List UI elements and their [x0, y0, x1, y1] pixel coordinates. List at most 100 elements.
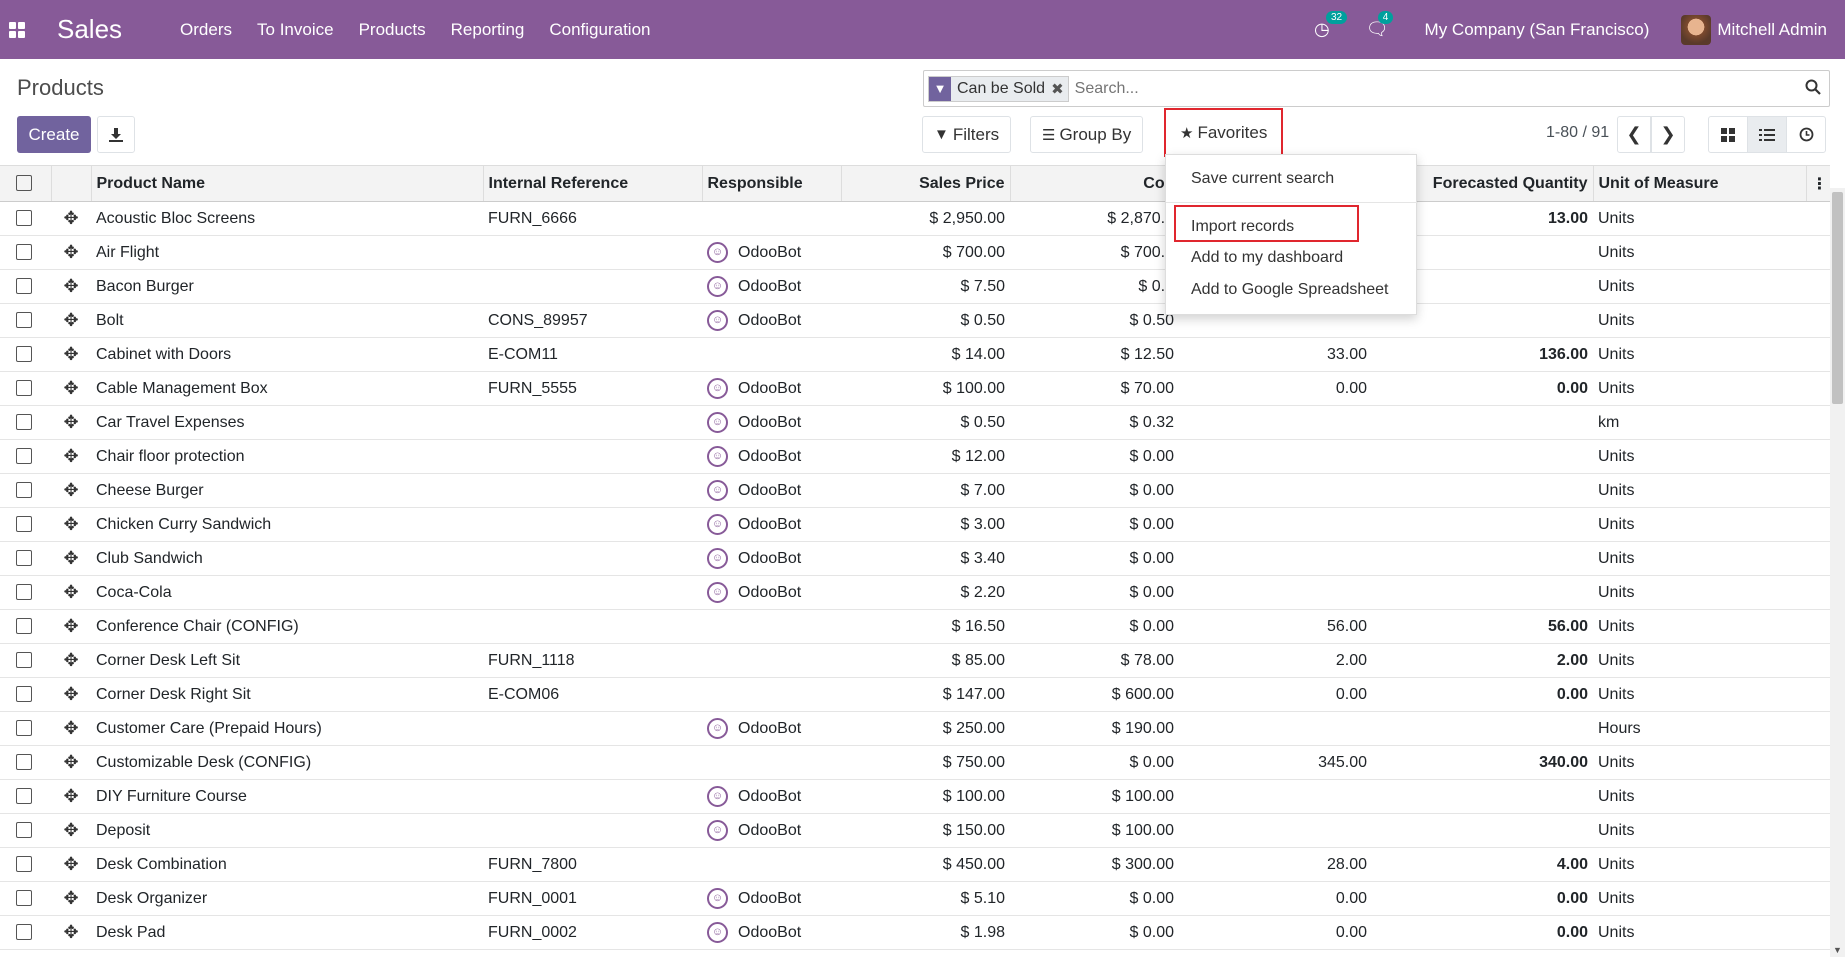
internal-reference-cell[interactable]	[483, 609, 702, 644]
product-name-cell[interactable]: Desk Pad	[91, 915, 483, 950]
quantity-on-hand-cell[interactable]: 345.00	[1179, 745, 1372, 780]
row-checkbox[interactable]	[16, 788, 32, 805]
row-select-cell[interactable]	[0, 813, 51, 848]
row-checkbox[interactable]	[16, 618, 32, 635]
table-row[interactable]: ✥ Bolt CONS_89957 ☺ OdooBot $ 0.50 $ 0.50 Units	[0, 303, 1830, 338]
menu-to-invoice[interactable]: To Invoice	[257, 20, 334, 40]
row-checkbox[interactable]	[16, 754, 32, 771]
drag-handle-icon[interactable]: ✥	[51, 337, 91, 372]
unit-of-measure-cell[interactable]: Units	[1593, 813, 1806, 848]
row-select-cell[interactable]	[0, 643, 51, 678]
unit-of-measure-cell[interactable]: Units	[1593, 915, 1806, 950]
menu-reporting[interactable]: Reporting	[451, 20, 525, 40]
quantity-on-hand-cell[interactable]: 0.00	[1179, 677, 1372, 712]
cost-cell[interactable]: $ 100.00	[1010, 779, 1179, 814]
table-row[interactable]: ✥ Desk Pad FURN_0002 ☺ OdooBot $ 1.98 $ 0.00 0.…	[0, 915, 1830, 950]
forecasted-quantity-cell[interactable]	[1372, 711, 1593, 746]
select-all-cell[interactable]	[0, 165, 52, 202]
sales-price-cell[interactable]: $ 0.50	[841, 405, 1010, 440]
cost-cell[interactable]: $ 78.00	[1010, 643, 1179, 678]
quantity-on-hand-cell[interactable]: 33.00	[1179, 337, 1372, 372]
row-select-cell[interactable]	[0, 269, 51, 304]
product-name-cell[interactable]: Coca-Cola	[91, 575, 483, 610]
quantity-on-hand-cell[interactable]	[1179, 575, 1372, 610]
remove-facet-icon[interactable]: ✖	[1051, 77, 1068, 101]
page-title[interactable]: Products	[17, 75, 104, 101]
forecasted-quantity-cell[interactable]: 136.00	[1372, 337, 1593, 372]
forecasted-quantity-cell[interactable]	[1372, 541, 1593, 576]
filters-button[interactable]: ▼ Filters	[922, 116, 1012, 153]
export-button[interactable]	[97, 116, 135, 153]
kanban-view-button[interactable]	[1708, 116, 1748, 153]
cost-cell[interactable]: $ 70.00	[1010, 371, 1179, 406]
product-name-cell[interactable]: Cable Management Box	[91, 371, 483, 406]
product-name-cell[interactable]: Acoustic Bloc Screens	[91, 201, 483, 236]
row-select-cell[interactable]	[0, 779, 51, 814]
internal-reference-cell[interactable]	[483, 711, 702, 746]
unit-of-measure-cell[interactable]: Units	[1593, 541, 1806, 576]
pager-next-button[interactable]: ❯	[1651, 116, 1685, 153]
sales-price-cell[interactable]: $ 2.20	[841, 575, 1010, 610]
forecasted-quantity-cell[interactable]	[1372, 813, 1593, 848]
table-row[interactable]: ✥ Car Travel Expenses ☺ OdooBot $ 0.50 $ 0.32…	[0, 405, 1830, 440]
import-records-item[interactable]: Import records	[1191, 218, 1294, 236]
cost-cell[interactable]: $ 0.00	[1010, 881, 1179, 916]
drag-handle-icon[interactable]: ✥	[51, 269, 91, 304]
sales-price-cell[interactable]: $ 147.00	[841, 677, 1010, 712]
forecasted-quantity-cell[interactable]: 340.00	[1372, 745, 1593, 780]
quantity-on-hand-cell[interactable]: 0.00	[1179, 371, 1372, 406]
forecasted-quantity-cell[interactable]	[1372, 575, 1593, 610]
drag-handle-icon[interactable]: ✥	[51, 609, 91, 644]
cost-cell[interactable]: $ 0.32	[1010, 405, 1179, 440]
drag-handle-icon[interactable]: ✥	[51, 473, 91, 508]
internal-reference-cell[interactable]: E-COM06	[483, 677, 702, 712]
quantity-on-hand-cell[interactable]	[1179, 473, 1372, 508]
internal-reference-cell[interactable]: FURN_7800	[483, 847, 702, 882]
cost-cell[interactable]: $ 0.00	[1010, 439, 1179, 474]
product-name-cell[interactable]: Corner Desk Right Sit	[91, 677, 483, 712]
quantity-on-hand-cell[interactable]: 2.00	[1179, 643, 1372, 678]
unit-of-measure-cell[interactable]: Units	[1593, 609, 1806, 644]
row-checkbox[interactable]	[16, 346, 32, 363]
user-menu[interactable]: Mitchell Admin	[1717, 20, 1827, 40]
row-checkbox[interactable]	[16, 720, 32, 737]
row-select-cell[interactable]	[0, 711, 51, 746]
row-select-cell[interactable]	[0, 847, 51, 882]
quantity-on-hand-cell[interactable]	[1179, 813, 1372, 848]
table-row[interactable]: ✥ Customer Care (Prepaid Hours) ☺ OdooBot $ …	[0, 711, 1830, 746]
user-avatar[interactable]	[1681, 14, 1712, 45]
product-name-cell[interactable]: Desk Organizer	[91, 881, 483, 916]
drag-handle-icon[interactable]: ✥	[51, 915, 91, 950]
row-checkbox[interactable]	[16, 856, 32, 873]
sales-price-cell[interactable]: $ 250.00	[841, 711, 1010, 746]
optional-columns-toggle[interactable]: ⋮	[1806, 165, 1830, 202]
quantity-on-hand-cell[interactable]: 0.00	[1179, 881, 1372, 916]
activity-view-button[interactable]	[1786, 116, 1826, 153]
unit-of-measure-cell[interactable]: Units	[1593, 371, 1806, 406]
unit-of-measure-cell[interactable]: Units	[1593, 201, 1806, 236]
column-unit-of-measure[interactable]: Unit of Measure	[1593, 165, 1807, 202]
product-name-cell[interactable]: Cabinet with Doors	[91, 337, 483, 372]
table-row[interactable]: ✥ Cable Management Box FURN_5555 ☺ OdooBot $ …	[0, 371, 1830, 406]
sales-price-cell[interactable]: $ 7.00	[841, 473, 1010, 508]
cost-cell[interactable]: $ 0.00	[1010, 609, 1179, 644]
internal-reference-cell[interactable]	[483, 405, 702, 440]
product-name-cell[interactable]: Corner Desk Left Sit	[91, 643, 483, 678]
drag-handle-icon[interactable]: ✥	[51, 201, 91, 236]
pager-previous-button[interactable]: ❮	[1617, 116, 1651, 153]
drag-handle-icon[interactable]: ✥	[51, 745, 91, 780]
cost-cell[interactable]: $ 12.50	[1010, 337, 1179, 372]
unit-of-measure-cell[interactable]: Units	[1593, 575, 1806, 610]
internal-reference-cell[interactable]: FURN_5555	[483, 371, 702, 406]
unit-of-measure-cell[interactable]: Units	[1593, 643, 1806, 678]
forecasted-quantity-cell[interactable]	[1372, 405, 1593, 440]
sales-price-cell[interactable]: $ 2,950.00	[841, 201, 1010, 236]
forecasted-quantity-cell[interactable]	[1372, 779, 1593, 814]
create-button[interactable]: Create	[17, 116, 91, 153]
column-internal-reference[interactable]: Internal Reference	[483, 165, 703, 202]
favorites-button[interactable]: ★ Favorites	[1164, 108, 1284, 157]
unit-of-measure-cell[interactable]: Units	[1593, 337, 1806, 372]
drag-handle-icon[interactable]: ✥	[51, 541, 91, 576]
row-checkbox[interactable]	[16, 278, 32, 295]
quantity-on-hand-cell[interactable]: 0.00	[1179, 915, 1372, 950]
